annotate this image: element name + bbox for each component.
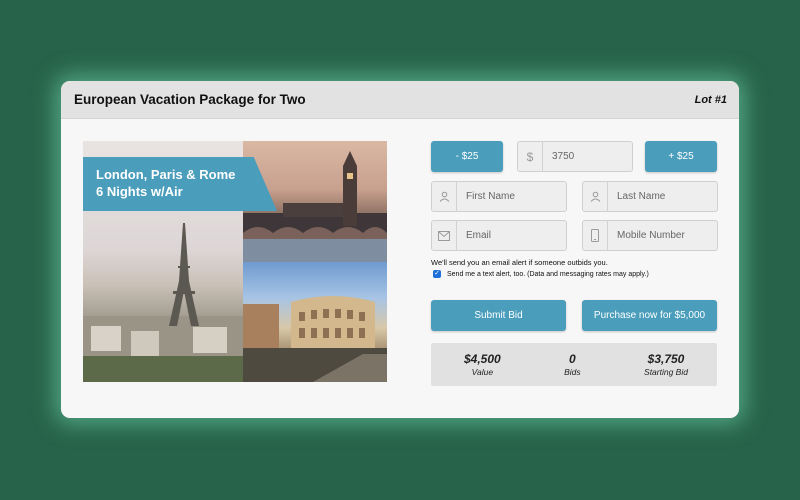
bid-amount-value: 3750 [552,151,575,162]
email-field[interactable]: Email [431,220,567,251]
destination-collage: London, Paris & Rome 6 Nights w/Air [83,141,387,382]
text-alert-row: ✓ Send me a text alert, too. (Data and m… [433,270,649,278]
last-name-field[interactable]: Last Name [582,181,718,212]
destination-banner: London, Paris & Rome 6 Nights w/Air [83,157,277,211]
mobile-phone-icon [583,221,608,250]
first-name-field[interactable]: First Name [431,181,567,212]
purchase-now-button[interactable]: Purchase now for $5,000 [582,300,717,331]
text-alert-label: Send me a text alert, too. (Data and mes… [447,270,649,278]
decrease-bid-button[interactable]: - $25 [431,141,503,172]
text-alert-checkbox[interactable]: ✓ [433,270,441,278]
stat-value: $4,500 Value [464,352,501,377]
email-alert-notice: We'll send you an email alert if someone… [431,258,608,267]
mobile-number-placeholder: Mobile Number [617,230,685,241]
rome-photo [243,262,387,382]
stat-bids-label: Bids [564,367,581,377]
card-header: European Vacation Package for Two Lot #1 [61,81,739,119]
auction-card: European Vacation Package for Two Lot #1 [61,81,739,418]
mobile-number-field[interactable]: Mobile Number [582,220,718,251]
banner-cities: London, Paris & Rome [96,167,236,182]
person-icon [432,182,457,211]
bid-amount-input[interactable]: $ 3750 [517,141,633,172]
stat-starting-bid: $3,750 Starting Bid [644,352,688,377]
submit-bid-button[interactable]: Submit Bid [431,300,566,331]
last-name-placeholder: Last Name [617,191,666,202]
lot-number: Lot #1 [694,93,727,106]
stat-value-label: Value [471,367,494,377]
banner-duration: 6 Nights w/Air [96,184,183,199]
stat-bids: 0 Bids [564,352,581,377]
stat-value-amount: $4,500 [464,352,501,366]
stat-bids-count: 0 [569,352,576,366]
package-title: European Vacation Package for Two [74,92,306,107]
colosseum-image [243,296,387,382]
email-placeholder: Email [466,230,492,241]
envelope-icon [432,221,457,250]
increase-bid-button[interactable]: + $25 [645,141,717,172]
dollar-icon: $ [518,142,543,171]
auction-stats: $4,500 Value 0 Bids $3,750 Starting Bid [431,343,717,386]
person-icon [583,182,608,211]
stat-starting-bid-label: Starting Bid [644,367,688,377]
stat-starting-bid-amount: $3,750 [647,352,685,366]
first-name-placeholder: First Name [466,191,515,202]
